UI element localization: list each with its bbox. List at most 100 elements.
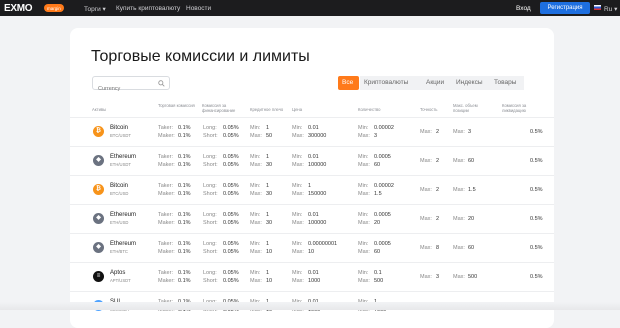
label-price-min: Min:: [292, 183, 303, 189]
long-fee: 0.05%: [223, 125, 239, 131]
max-position: 3: [468, 129, 472, 135]
asset-pair: APT/USDT: [110, 278, 131, 283]
col-max-position: Макс. объем позиции: [453, 103, 478, 113]
ethereum-icon: ◆: [93, 155, 104, 166]
coin-glyph: ◆: [96, 157, 101, 163]
precision-value: 2: [436, 187, 440, 193]
label-price-max: Max:: [292, 249, 304, 255]
taker-fee: 0.1%: [178, 241, 191, 247]
maker-fee: 0.1%: [178, 191, 191, 197]
nav-news[interactable]: Новости: [186, 5, 211, 12]
table-row: ₿ Bitcoin BTC/USDT Taker: Maker: 0.1% 0.1% Long…: [70, 117, 554, 147]
label-lev-max: Max:: [250, 162, 262, 168]
price-max: 100000: [308, 162, 327, 168]
liquidation-fee: 0.5%: [530, 245, 543, 251]
tab-indices[interactable]: Индексы: [452, 76, 490, 90]
precision-value: 2: [436, 216, 440, 222]
label-long: Long:: [203, 125, 217, 131]
login-link[interactable]: Вход: [516, 5, 531, 12]
maker-fee: 0.1%: [178, 220, 191, 226]
asset-name: Ethereum: [110, 241, 137, 247]
tab-all[interactable]: Все: [338, 76, 359, 90]
col-assets: Активы: [92, 107, 107, 112]
fees-card: Торговые комиссии и лимиты Все Криптовал…: [70, 28, 554, 328]
long-fee: 0.05%: [223, 241, 239, 247]
leverage-min: 1: [266, 125, 270, 131]
margin-badge: margin: [44, 4, 64, 12]
col-precision: Точность: [420, 107, 438, 112]
exmo-logo[interactable]: EXMO: [4, 3, 33, 14]
precision-value: 2: [436, 158, 440, 164]
label-precision-max: Max:: [420, 129, 432, 135]
label-price-min: Min:: [292, 154, 303, 160]
asset-name: Ethereum: [110, 212, 137, 218]
label-qty-max: Max:: [358, 133, 370, 139]
search-input[interactable]: [98, 86, 158, 92]
label-short: Short:: [203, 191, 218, 197]
language-selector[interactable]: Ru ▾: [604, 5, 617, 13]
leverage-min: 1: [266, 270, 270, 276]
qty-max: 3: [374, 133, 378, 139]
price-min: 0.00000001: [308, 241, 338, 247]
liquidation-fee: 0.5%: [530, 187, 543, 193]
price-min: 0.01: [308, 125, 319, 131]
max-position: 1.5: [468, 187, 476, 193]
qty-min: 0.00002: [374, 125, 394, 131]
label-maker: Maker:: [158, 278, 175, 284]
nav-trade[interactable]: Торги ▾: [84, 5, 106, 13]
label-qty-max: Max:: [358, 191, 370, 197]
leverage-max: 50: [266, 133, 273, 139]
table-row: ≡ Aptos APT/USDT Taker: Maker: 0.1% 0.1% Long: S…: [70, 262, 554, 292]
nav-buy-crypto[interactable]: Купить криптовалюту: [116, 5, 180, 12]
long-fee: 0.05%: [223, 154, 239, 160]
liquidation-fee: 0.5%: [530, 274, 543, 280]
price-min: 0.01: [308, 270, 319, 276]
maker-fee: 0.1%: [178, 162, 191, 168]
tab-commodities[interactable]: Товары: [490, 76, 524, 90]
asset-name: Bitcoin: [110, 183, 129, 189]
label-taker: Taker:: [158, 154, 173, 160]
table-row: ₿ Bitcoin BTC/USD Taker: Maker: 0.1% 0.1% Long:…: [70, 175, 554, 205]
precision-value: 2: [436, 129, 440, 135]
label-price-max: Max:: [292, 220, 304, 226]
asset-pair: ETH/USD: [110, 220, 129, 225]
label-price-max: Max:: [292, 278, 304, 284]
qty-min: 0.0005: [374, 212, 391, 218]
label-taker: Taker:: [158, 125, 173, 131]
label-taker: Taker:: [158, 183, 173, 189]
qty-min: 0.0005: [374, 241, 391, 247]
register-button[interactable]: Регистрация: [540, 2, 590, 14]
label-precision-max: Max:: [420, 245, 432, 251]
price-max: 300000: [308, 133, 327, 139]
label-long: Long:: [203, 154, 217, 160]
max-position: 60: [468, 158, 475, 164]
label-price-min: Min:: [292, 125, 303, 131]
label-lev-min: Min:: [250, 241, 261, 247]
short-fee: 0.05%: [223, 278, 239, 284]
col-leverage: Кредитное плечо: [250, 107, 284, 112]
max-position: 500: [468, 274, 478, 280]
label-taker: Taker:: [158, 241, 173, 247]
tab-stocks[interactable]: Акции: [422, 76, 452, 90]
label-long: Long:: [203, 241, 217, 247]
price-max: 150000: [308, 191, 327, 197]
precision-value: 8: [436, 245, 440, 251]
table-row: ◆ Ethereum ETH/BTC Taker: Maker: 0.1% 0.1% Long…: [70, 233, 554, 263]
search-box[interactable]: [92, 76, 170, 92]
label-short: Short:: [203, 162, 218, 168]
label-lev-min: Min:: [250, 183, 261, 189]
bitcoin-icon: ₿: [93, 126, 104, 137]
leverage-max: 30: [266, 191, 273, 197]
maker-fee: 0.1%: [178, 249, 191, 255]
col-quantity: Количество: [358, 107, 381, 112]
label-long: Long:: [203, 212, 217, 218]
label-maker: Maker:: [158, 249, 175, 255]
label-precision-max: Max:: [420, 187, 432, 193]
label-price-min: Min:: [292, 270, 303, 276]
maker-fee: 0.1%: [178, 133, 191, 139]
price-min: 1: [308, 183, 312, 189]
qty-max: 60: [374, 162, 381, 168]
tab-crypto[interactable]: Криптовалюты: [360, 76, 422, 90]
coin-glyph: ≡: [96, 273, 101, 279]
ethereum-icon: ◆: [93, 213, 104, 224]
